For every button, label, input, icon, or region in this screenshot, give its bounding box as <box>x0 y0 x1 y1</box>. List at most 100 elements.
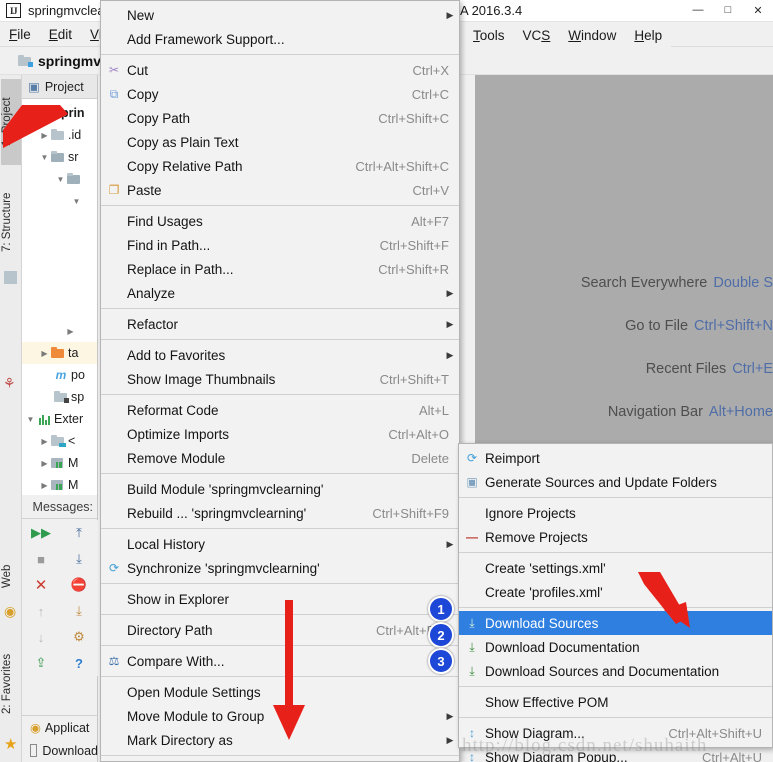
menu-help[interactable]: Help <box>625 26 671 45</box>
menu-item-create-profiles-xml[interactable]: Create 'profiles.xml' <box>459 580 772 604</box>
menu-item-open-module-settings[interactable]: Open Module Settings <box>101 680 459 704</box>
collapse-all-icon[interactable]: ⤓ <box>60 546 98 572</box>
menu-item-reformat-code[interactable]: Reformat Code Alt+L <box>101 398 459 422</box>
tree-item-src[interactable]: ▼ sr <box>22 146 97 168</box>
sidebar-item-favorites[interactable]: 2: Favorites <box>1 630 21 738</box>
menu-item-local-history[interactable]: Local History ▶ <box>101 532 459 556</box>
menu-tools[interactable]: Tools <box>464 26 514 45</box>
tree-item-nested-3[interactable]: ▶ <box>22 320 97 342</box>
diagram-icon: ↕ <box>469 726 475 740</box>
menu-item-show-effective-pom[interactable]: Show Effective POM <box>459 690 772 714</box>
tree-item-nested-2[interactable]: ▼ <box>22 190 97 212</box>
menu-item-download-sources-and-documentation[interactable]: ⤓ Download Sources and Documentation <box>459 659 772 683</box>
tree-item-external-libraries[interactable]: ▼ Exter <box>22 408 97 430</box>
menu-edit[interactable]: Edit <box>40 25 81 44</box>
menu-item-refactor[interactable]: Refactor ▶ <box>101 312 459 336</box>
menu-item-show-diagram[interactable]: ↕ Show Diagram... Ctrl+Alt+Shift+U <box>459 721 772 745</box>
tree-item-jar-2[interactable]: ▶ M <box>22 474 97 496</box>
chevron-right-icon[interactable]: ▶ <box>38 437 51 446</box>
tree-item-pom[interactable]: m po <box>22 364 97 386</box>
menu-item-label: Open Module Settings <box>127 684 261 700</box>
sidebar-item-project[interactable]: 1: Project <box>1 79 21 165</box>
menu-item-show-image-thumbnails[interactable]: Show Image Thumbnails Ctrl+Shift+T <box>101 367 459 391</box>
export-icon[interactable]: ⇪ <box>22 650 60 676</box>
menu-item-new[interactable]: New ▶ <box>101 3 459 27</box>
mute-breakpoints-icon[interactable]: ⛔ <box>60 572 98 598</box>
menu-window[interactable]: Window <box>559 26 625 45</box>
chevron-right-icon[interactable]: ▶ <box>38 349 51 358</box>
menu-item-add-framework-support[interactable]: Add Framework Support... <box>101 27 459 51</box>
close-button[interactable]: ✕ <box>743 0 773 20</box>
up-arrow-icon[interactable]: ↑ <box>22 598 60 624</box>
menu-file[interactable]: File <box>0 25 40 44</box>
menu-item-mark-directory-as[interactable]: Mark Directory as ▶ <box>101 728 459 752</box>
chevron-right-icon[interactable]: ▶ <box>38 459 51 468</box>
menu-item-copy[interactable]: ⧉ Copy Ctrl+C <box>101 82 459 106</box>
tree-item-iml[interactable]: sp <box>22 386 97 408</box>
rerun-icon[interactable]: ▶▶ <box>22 520 60 546</box>
tree-item-nested-1[interactable]: ▼ <box>22 168 97 190</box>
settings-icon[interactable]: ⚙ <box>60 624 98 650</box>
chevron-right-icon[interactable]: ▶ <box>38 131 51 140</box>
maximize-button[interactable]: □ <box>713 0 743 20</box>
checkbox[interactable] <box>30 744 38 757</box>
menu-item-find-usages[interactable]: Find Usages Alt+F7 <box>101 209 459 233</box>
menu-item-ignore-projects[interactable]: Ignore Projects <box>459 501 772 525</box>
menu-item-directory-path[interactable]: Directory Path Ctrl+Alt+F12 <box>101 618 459 642</box>
menu-item-cut[interactable]: ✂ Cut Ctrl+X <box>101 58 459 82</box>
menu-item-rebuild-module[interactable]: Rebuild ... 'springmvclearning' Ctrl+Shi… <box>101 501 459 525</box>
menu-item-copy-as-plain-text[interactable]: Copy as Plain Text <box>101 130 459 154</box>
messages-tool-window-header[interactable]: Messages: <box>22 495 97 519</box>
project-tool-window-header[interactable]: ▣ Project <box>22 75 97 99</box>
menu-item-optimize-imports[interactable]: Optimize Imports Ctrl+Alt+O <box>101 422 459 446</box>
tree-item-sdk[interactable]: ▶ < <box>22 430 97 452</box>
menu-item-add-to-favorites[interactable]: Add to Favorites ▶ <box>101 343 459 367</box>
menu-item-show-in-explorer[interactable]: Show in Explorer <box>101 587 459 611</box>
menu-item-paste[interactable]: ❐ Paste Ctrl+V <box>101 178 459 202</box>
sidebar-item-structure[interactable]: 7: Structure <box>1 170 21 274</box>
menu-item-show-diagram-popup[interactable]: ↕ Show Diagram Popup... Ctrl+Alt+U <box>459 745 772 762</box>
tree-item-idea[interactable]: ▶ .id <box>22 124 97 146</box>
tree-item-target[interactable]: ▶ ta <box>22 342 97 364</box>
reimport-icon: ⟳ <box>466 451 478 465</box>
minimize-button[interactable]: — <box>683 0 713 20</box>
menu-vcs[interactable]: VCS <box>514 26 560 45</box>
menu-item-synchronize[interactable]: ⟳ Synchronize 'springmvclearning' <box>101 556 459 580</box>
close-icon[interactable]: ✕ <box>22 572 60 598</box>
menu-item-remove-projects[interactable]: — Remove Projects <box>459 525 772 549</box>
chevron-down-icon[interactable]: ▼ <box>54 175 67 184</box>
menu-item-build-module[interactable]: Build Module 'springmvclearning' <box>101 477 459 501</box>
messages-row-download[interactable]: Download <box>22 739 98 762</box>
chevron-down-icon[interactable]: ▼ <box>70 197 83 206</box>
menu-item-copy-relative-path[interactable]: Copy Relative Path Ctrl+Alt+Shift+C <box>101 154 459 178</box>
chevron-right-icon[interactable]: ▶ <box>38 481 51 490</box>
chevron-down-icon[interactable]: ▼ <box>38 153 51 162</box>
stop-icon[interactable]: ■ <box>22 546 60 572</box>
chevron-right-icon[interactable]: ▶ <box>64 327 77 336</box>
sidebar-item-web[interactable]: Web <box>1 545 21 607</box>
tree-item-jar-1[interactable]: ▶ M <box>22 452 97 474</box>
menu-item-reimport[interactable]: ⟳ Reimport <box>459 446 772 470</box>
messages-row-application[interactable]: ◉ Applicat <box>22 716 98 739</box>
menu-item-find-in-path[interactable]: Find in Path... Ctrl+Shift+F <box>101 233 459 257</box>
menu-item-analyze[interactable]: Analyze ▶ <box>101 281 459 305</box>
expand-all-icon[interactable]: ⤒ <box>60 520 98 546</box>
chevron-down-icon[interactable]: ▼ <box>24 109 37 118</box>
import-icon[interactable]: ⤓ <box>60 598 98 624</box>
tree-item-module[interactable]: ▼ sprin <box>22 102 97 124</box>
down-arrow-icon[interactable]: ↓ <box>22 624 60 650</box>
menu-item-download-sources[interactable]: ⤓ Download Sources <box>459 611 772 635</box>
menu-item-move-module-to-group[interactable]: Move Module to Group ▶ <box>101 704 459 728</box>
menu-item-create-settings-xml[interactable]: Create 'settings.xml' <box>459 556 772 580</box>
help-icon[interactable]: ? <box>60 650 98 676</box>
menu-item-download-documentation[interactable]: ⤓ Download Documentation <box>459 635 772 659</box>
menu-item-remove-module[interactable]: Remove Module Delete <box>101 446 459 470</box>
menu-item-generate-sources[interactable]: ▣ Generate Sources and Update Folders <box>459 470 772 494</box>
menu-item-shortcut: Delete <box>411 450 449 466</box>
menu-separator <box>101 205 459 206</box>
menu-item-copy-path[interactable]: Copy Path Ctrl+Shift+C <box>101 106 459 130</box>
menu-item-replace-in-path[interactable]: Replace in Path... Ctrl+Shift+R <box>101 257 459 281</box>
menu-item-compare-with[interactable]: ⚖ Compare With... Ctrl <box>101 649 459 673</box>
chevron-down-icon[interactable]: ▼ <box>24 415 37 424</box>
